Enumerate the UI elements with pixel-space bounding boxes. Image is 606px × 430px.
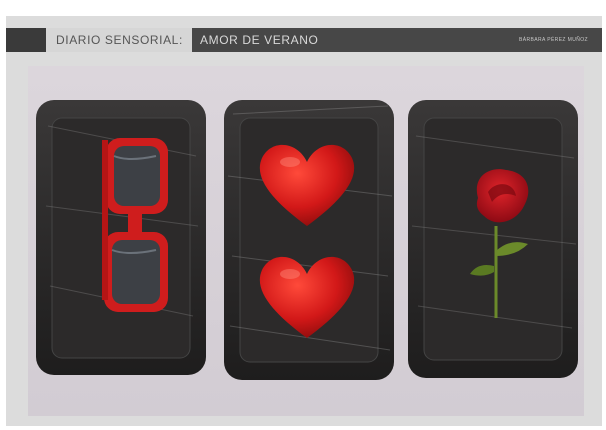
- header-bar: DIARIO SENSORIAL: AMOR DE VERANO BÁRBARA…: [6, 28, 602, 52]
- tray-hearts: [224, 100, 394, 380]
- tray-rose: [408, 100, 578, 378]
- poster-frame: DIARIO SENSORIAL: AMOR DE VERANO BÁRBARA…: [6, 16, 602, 426]
- product-photo: [28, 66, 584, 416]
- author-name: BÁRBARA PÉREZ MUÑOZ: [519, 37, 588, 43]
- page-title: DIARIO SENSORIAL:: [56, 33, 183, 47]
- tray-sunglasses: [36, 100, 206, 375]
- page-subtitle: AMOR DE VERANO: [200, 33, 319, 47]
- header-left-block: [6, 28, 46, 52]
